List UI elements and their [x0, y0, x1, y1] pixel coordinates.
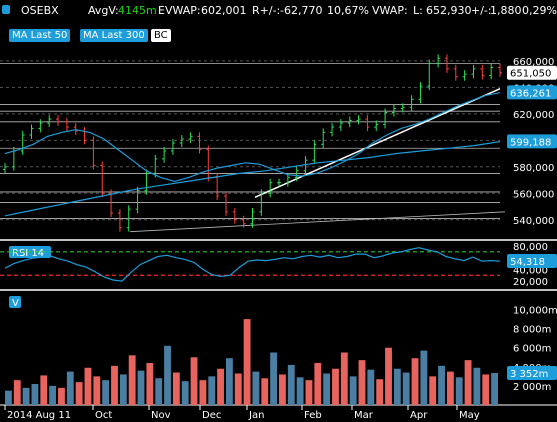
volume-bar: [279, 374, 286, 405]
volume-indicator-label: V: [12, 298, 19, 309]
volume-bar: [164, 345, 171, 405]
volume-bar: [243, 319, 251, 405]
volume-bar: [438, 365, 445, 405]
volume-tick-label: 8 000m: [513, 325, 551, 336]
volume-bar: [385, 347, 392, 405]
volume-bar: [102, 380, 110, 405]
volume-bar: [261, 378, 269, 405]
price-tick-label: 580,000: [513, 163, 554, 174]
volume-bar: [66, 371, 74, 405]
volume-bar: [75, 382, 83, 405]
price-last-label: 651,050: [510, 69, 551, 80]
volume-bar: [393, 368, 401, 405]
time-axis-label: Feb: [304, 410, 322, 421]
volume-bar: [491, 373, 498, 405]
ma300-last-label: 599,188: [510, 137, 551, 148]
volume-bar: [172, 372, 180, 405]
volume-bar: [314, 363, 322, 405]
volume-bar: [93, 376, 101, 405]
stock-chart-window: { "header": { "symbol": "OSEBX", "avgv_l…: [0, 0, 557, 422]
volume-bar: [5, 390, 12, 405]
volume-tick-label: 10,000m: [513, 306, 557, 317]
ma300-line: [4, 141, 501, 217]
volume-bar: [217, 368, 224, 405]
volume-bar: [225, 358, 233, 405]
volume-bar: [49, 385, 57, 405]
time-axis-label: Dec: [202, 410, 221, 421]
time-axis-label: Oct: [95, 410, 112, 421]
volume-bar: [111, 365, 118, 405]
volume-bar: [190, 357, 198, 405]
volume-bar: [358, 360, 366, 405]
rsi-line: [4, 247, 501, 282]
volume-bar: [234, 373, 242, 405]
time-axis-label: May: [459, 410, 480, 421]
volume-bar: [13, 380, 21, 405]
volume-bar: [323, 373, 331, 405]
volume-bar: [296, 377, 304, 405]
volume-bar: [84, 367, 92, 405]
volume-bar: [429, 376, 437, 405]
price-tick-label: 540,000: [513, 216, 554, 227]
price-tick-label: 560,000: [513, 189, 554, 200]
volume-bar: [376, 379, 384, 405]
volume-bar: [473, 367, 481, 405]
chart-canvas: 660,000640,000620,000600,000580,000560,0…: [0, 54, 557, 421]
volume-bar: [305, 380, 313, 405]
volume-bar: [455, 377, 463, 405]
volume-bar: [58, 387, 65, 405]
volume-bar: [332, 368, 339, 405]
volume-bar: [128, 355, 136, 405]
volume-bar: [155, 378, 163, 405]
time-axis-label: Nov: [151, 410, 171, 421]
volume-bar: [270, 352, 278, 405]
volume-bar: [252, 371, 260, 405]
long-trend-line: [129, 211, 506, 233]
volume-last-label: 3 352m: [510, 369, 548, 380]
volume-tick-label: 6 000m: [513, 344, 551, 355]
volume-bar: [146, 363, 154, 405]
volume-bar: [411, 358, 419, 405]
volume-bar: [446, 371, 454, 405]
volume-bar: [40, 375, 48, 405]
rsi-tick-label: 20,000: [513, 277, 548, 288]
time-axis-label: Mar: [354, 410, 374, 421]
ma50-line: [4, 92, 501, 183]
rsi-last-label: 54,318: [510, 257, 545, 268]
volume-tick-label: 2 000m: [513, 382, 551, 393]
time-axis-label: Apr: [410, 410, 428, 421]
volume-bar: [340, 352, 348, 405]
volume-bar: [482, 374, 490, 405]
volume-bar: [181, 381, 189, 405]
volume-bar: [208, 376, 216, 405]
volume-bar: [119, 374, 127, 405]
volume-bar: [349, 376, 357, 405]
ma50-last-label: 636,261: [510, 88, 551, 99]
volume-bar: [199, 380, 207, 405]
time-axis-label: 2014 Aug 11: [7, 410, 71, 421]
volume-bar: [137, 370, 145, 405]
time-axis-label: Jan: [248, 410, 264, 421]
volume-bar: [287, 364, 295, 405]
price-tick-label: 620,000: [513, 110, 554, 121]
volume-bar: [420, 350, 428, 405]
volume-bar: [402, 372, 410, 405]
volume-bar: [31, 384, 39, 405]
rsi-tick-label: 80,000: [513, 242, 548, 253]
volume-bar: [464, 360, 472, 405]
volume-bar: [367, 369, 375, 405]
volume-bar: [22, 387, 30, 405]
